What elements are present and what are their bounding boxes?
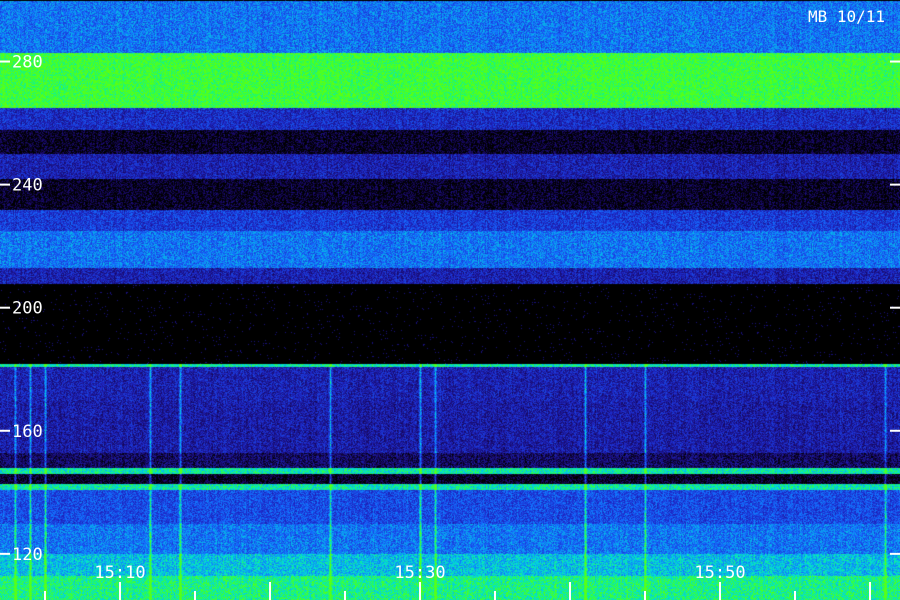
x-axis: 15:10 15:30 15:50	[44, 563, 871, 600]
spectrogram-axes: MB 10/11 120 160 200 240 280 15:10 15:30 15:50	[0, 7, 900, 600]
y-tick-label: 280	[12, 53, 43, 73]
y-tick-label: 120	[12, 545, 43, 565]
x-tick-label: 15:10	[94, 563, 145, 583]
y-tick-label: 240	[12, 176, 43, 196]
x-tick-label: 15:30	[394, 563, 445, 583]
y-tick-label: 160	[12, 422, 43, 442]
chart-title: MB 10/11	[808, 7, 885, 26]
x-tick-label: 15:50	[694, 563, 745, 583]
y-tick-label: 200	[12, 299, 43, 319]
y-axis: 120 160 200 240 280	[0, 53, 900, 565]
